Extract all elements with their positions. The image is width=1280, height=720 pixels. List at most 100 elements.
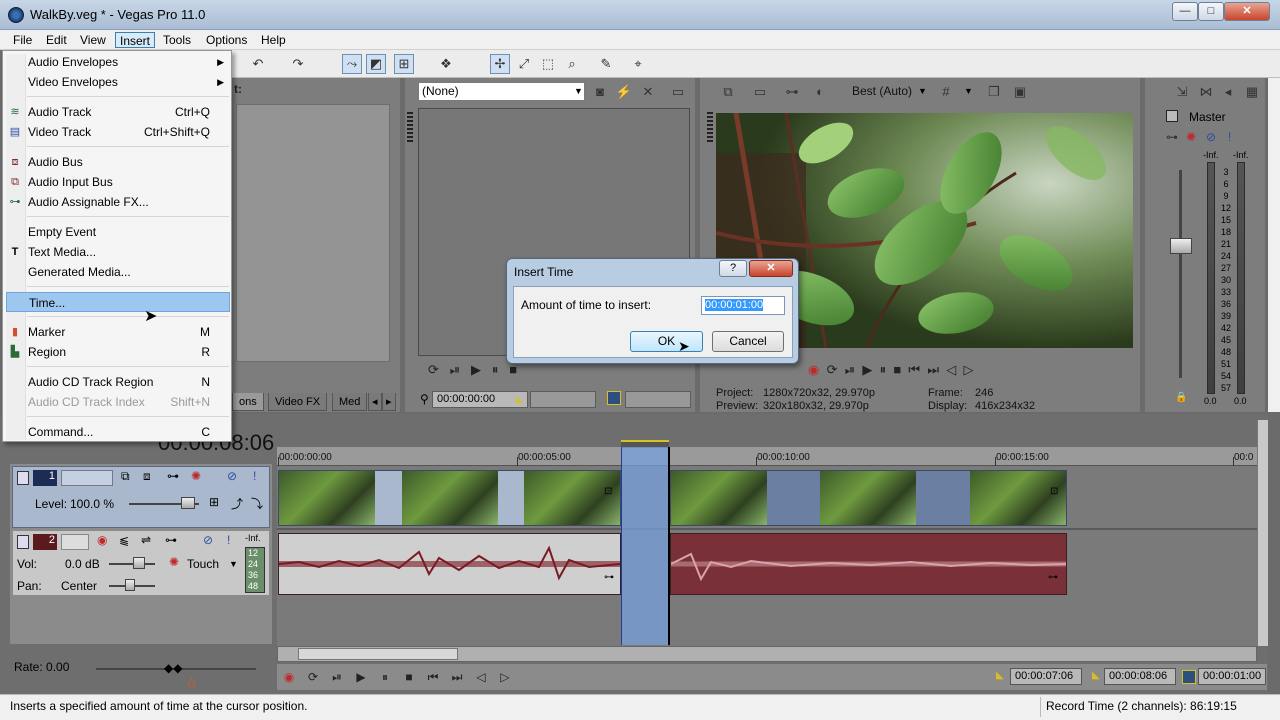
- level-slider-handle[interactable]: [181, 497, 195, 509]
- track-name-field[interactable]: [61, 470, 113, 486]
- menu-insert[interactable]: Insert: [115, 32, 156, 48]
- zoom-tool-icon[interactable]: ⌕: [562, 54, 582, 74]
- menu-options[interactable]: Options: [202, 32, 251, 48]
- solo-icon[interactable]: !: [227, 533, 230, 547]
- overlays-chevron-icon[interactable]: ▼: [964, 86, 973, 96]
- vol-slider-handle[interactable]: [133, 557, 145, 569]
- video-track-header[interactable]: 1 ⧉ ⧈ ⊶ ✺ ⊘ ! Level: 100.0 % ⊞ ⤴ ⤵: [12, 466, 270, 528]
- master-insert-fx-icon[interactable]: ✺: [1186, 130, 1196, 144]
- pause-icon[interactable]: ⏸: [376, 668, 394, 686]
- split-screen-icon[interactable]: ◐: [810, 82, 830, 102]
- properties-icon[interactable]: ✎: [596, 54, 616, 74]
- trimmer-flash-icon[interactable]: ⚡: [614, 82, 634, 102]
- menu-file[interactable]: File: [9, 32, 36, 48]
- tab-media-generators[interactable]: Med: [332, 393, 368, 411]
- automation-mode-select[interactable]: Touch: [187, 557, 219, 571]
- rate-slider-handle-icon[interactable]: ◆◆: [164, 661, 182, 675]
- preview-properties-icon[interactable]: ⧉: [718, 82, 738, 102]
- record-icon[interactable]: ◉: [280, 668, 298, 686]
- stop-icon[interactable]: ■: [400, 668, 418, 686]
- go-to-start-icon[interactable]: ⏮: [908, 362, 920, 377]
- pause-icon[interactable]: ⏸: [492, 362, 499, 377]
- automation-icon[interactable]: ⇌: [141, 533, 151, 547]
- external-monitor-icon[interactable]: ▭: [750, 82, 770, 102]
- ok-button[interactable]: OK: [630, 331, 703, 352]
- preview-loop-icon[interactable]: ⟳: [827, 362, 838, 377]
- master-solo-icon[interactable]: !: [1228, 130, 1231, 144]
- maximize-button[interactable]: □: [1198, 2, 1224, 21]
- track-name-field[interactable]: [61, 534, 89, 550]
- menu-item-audio-bus[interactable]: ⧈ Audio Bus: [6, 152, 230, 172]
- menu-item-generated-media[interactable]: Generated Media...: [6, 262, 230, 282]
- redo-icon[interactable]: ↷: [288, 54, 308, 74]
- save-snapshot-icon[interactable]: ▣: [1010, 82, 1030, 102]
- menu-item-video-envelopes[interactable]: Video Envelopes ▶: [6, 72, 230, 92]
- audio-event-2[interactable]: [670, 533, 1067, 595]
- trimmer-marker-icon[interactable]: ⚲: [420, 392, 429, 406]
- track-minimize-icon[interactable]: [17, 535, 29, 549]
- tab-transitions[interactable]: ons: [232, 393, 264, 411]
- preview-stop-icon[interactable]: ■: [893, 362, 901, 377]
- play-from-start-icon[interactable]: ⏯: [450, 362, 460, 377]
- vegas-app-icon[interactable]: [8, 7, 24, 23]
- explorer-list[interactable]: [236, 104, 390, 362]
- audio-fx-icon[interactable]: ⫹: [119, 533, 129, 547]
- next-frame-icon[interactable]: ▷: [964, 362, 974, 377]
- solo-icon[interactable]: !: [253, 469, 256, 483]
- timeline-horizontal-scrollbar[interactable]: [277, 646, 1257, 662]
- loop-icon[interactable]: ⟳: [428, 362, 439, 377]
- auto-ripple-icon[interactable]: ⤳: [342, 54, 362, 74]
- close-button[interactable]: ✕: [1224, 2, 1270, 21]
- tab-video-fx[interactable]: Video FX: [268, 393, 328, 411]
- downmix-icon[interactable]: ⇲: [1172, 82, 1192, 102]
- snap-icon[interactable]: ◩: [366, 54, 386, 74]
- compositing-mode-icon[interactable]: ⧈: [143, 469, 151, 484]
- menu-item-audio-input-bus[interactable]: ⧉ Audio Input Bus: [6, 172, 230, 192]
- event-pan-crop-icon[interactable]: ⊡: [1050, 486, 1058, 497]
- event-pan-crop-icon[interactable]: ⊡: [604, 486, 612, 497]
- prev-frame-icon[interactable]: ◁: [472, 668, 490, 686]
- tab-scroll-right-icon[interactable]: ▸: [382, 393, 396, 411]
- audio-track-header[interactable]: 2 ◉ ⫹ ⇌ ⊶ ⊘ ! Vol: 0.0 dB ✺ Touch ▼ Pan:…: [12, 530, 270, 596]
- master-mute-icon[interactable]: ⊘: [1206, 130, 1216, 144]
- menu-item-marker[interactable]: ▮ Marker M: [6, 322, 230, 342]
- menu-item-audio-assignable-fx[interactable]: ⊶ Audio Assignable FX...: [6, 192, 230, 212]
- menu-item-empty-event[interactable]: Empty Event: [6, 222, 230, 242]
- make-child-icon[interactable]: ⤵: [251, 495, 263, 512]
- tab-scroll-left-icon[interactable]: ◂: [368, 393, 382, 411]
- event-fx-icon[interactable]: ⊶: [1048, 572, 1058, 583]
- dialog-help-button[interactable]: ?: [719, 260, 747, 277]
- mixer-view-icon[interactable]: ▦: [1242, 82, 1262, 102]
- timeline-vertical-scrollbar[interactable]: [1257, 420, 1268, 646]
- overlays-icon[interactable]: #: [936, 82, 956, 102]
- next-frame-icon[interactable]: ▷: [496, 668, 514, 686]
- menu-tools[interactable]: Tools: [159, 32, 195, 48]
- audio-event-1[interactable]: [278, 533, 621, 595]
- minimize-button[interactable]: —: [1172, 2, 1198, 21]
- mute-icon[interactable]: ⊘: [227, 469, 237, 483]
- trimmer-monitor-icon[interactable]: ▭: [668, 82, 688, 102]
- cancel-button[interactable]: Cancel: [712, 331, 784, 352]
- record-icon[interactable]: ◉: [808, 362, 819, 377]
- menu-item-audio-envelopes[interactable]: Audio Envelopes ▶: [6, 52, 230, 72]
- track-fx-icon[interactable]: ⊶: [167, 469, 179, 483]
- whats-this-icon[interactable]: ⌖: [628, 54, 648, 74]
- automation-mode-icon[interactable]: ✺: [169, 555, 179, 569]
- menu-view[interactable]: View: [76, 32, 110, 48]
- menu-item-region[interactable]: ▙ Region R: [6, 342, 230, 362]
- arm-record-icon[interactable]: ◉: [97, 533, 107, 547]
- trimmer-audio-icon[interactable]: ◙: [590, 82, 610, 102]
- play-icon[interactable]: ▶: [471, 362, 481, 377]
- track-fx-icon[interactable]: ⊶: [165, 533, 177, 547]
- menu-help[interactable]: Help: [257, 32, 290, 48]
- event-fx-icon[interactable]: ⊶: [604, 572, 614, 583]
- prev-frame-icon[interactable]: ◁: [946, 362, 956, 377]
- menu-item-audio-track[interactable]: ≋ Audio Track Ctrl+Q: [6, 102, 230, 122]
- grouping-icon[interactable]: ❖: [436, 54, 456, 74]
- normal-edit-tool-icon[interactable]: ✢: [490, 54, 510, 74]
- preview-play-start-icon[interactable]: ⏯: [845, 362, 855, 377]
- preview-pause-icon[interactable]: ⏸: [880, 362, 887, 377]
- trimmer-grip[interactable]: [407, 112, 413, 142]
- stop-icon[interactable]: ■: [509, 362, 517, 377]
- dim-output-icon[interactable]: ◂: [1218, 82, 1238, 102]
